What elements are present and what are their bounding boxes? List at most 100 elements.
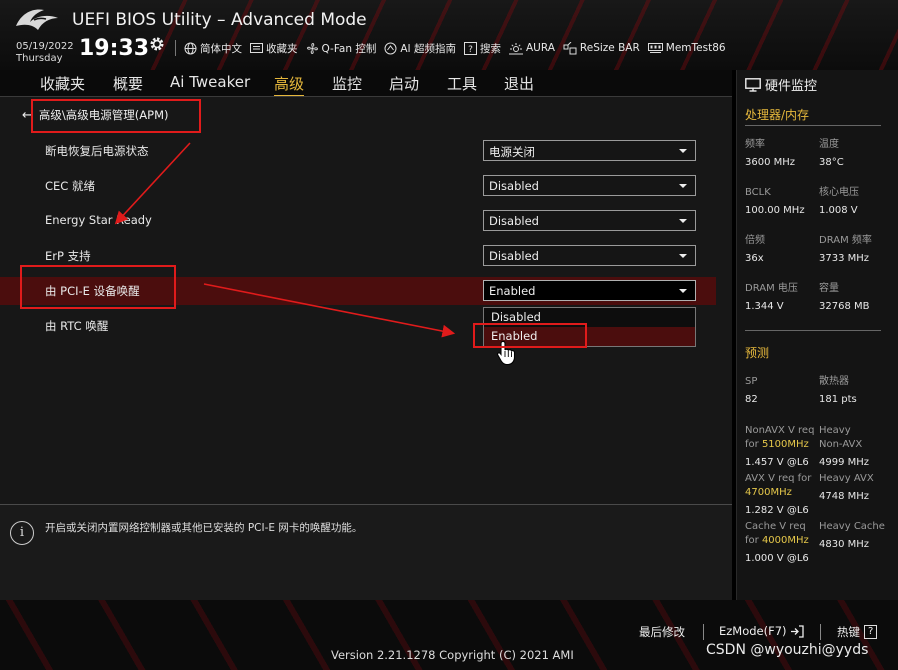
pcie-wake-select[interactable]: Enabled bbox=[483, 280, 696, 301]
tab-favorites[interactable]: 收藏夹 bbox=[40, 73, 85, 94]
memtest-button[interactable]: MemTest86 bbox=[647, 42, 726, 54]
ezmode-button[interactable]: EzMode(F7) bbox=[719, 624, 804, 638]
hotkeys-label: 热键 bbox=[837, 625, 860, 639]
select-value: Disabled bbox=[489, 214, 539, 228]
ai-oc-button[interactable]: AI 超频指南 bbox=[384, 41, 456, 56]
hw-item-heavy-nonavx: Heavy Non-AVX 4999 MHz bbox=[819, 424, 869, 470]
version-text: Version 2.21.1278 Copyright (C) 2021 AMI bbox=[331, 648, 574, 662]
hotkeys-button[interactable]: 热键 ? bbox=[837, 624, 878, 640]
chevron-down-icon bbox=[679, 289, 687, 293]
qfan-button[interactable]: Q-Fan 控制 bbox=[306, 41, 376, 56]
chevron-down-icon bbox=[679, 254, 687, 258]
memtest-icon bbox=[647, 43, 663, 53]
aura-label: AURA bbox=[525, 42, 555, 54]
ai-oc-label: AI 超频指南 bbox=[400, 42, 456, 55]
hw-key: DRAM 频率 bbox=[819, 235, 872, 246]
hw-key: SP bbox=[745, 376, 758, 387]
hw-value: 4999 MHz bbox=[819, 457, 870, 468]
hw-item-temperature: 温度 38°C bbox=[819, 138, 844, 170]
hw-item-dram-frequency: DRAM 频率 3733 MHz bbox=[819, 234, 872, 266]
hw-value: 1.282 V @L6 bbox=[745, 505, 809, 516]
favorites-label: 收藏夹 bbox=[266, 42, 298, 55]
hw-item-ratio: 倍频 36x bbox=[745, 234, 765, 266]
resize-bar-icon bbox=[563, 41, 577, 54]
hw-value: 1.000 V @L6 bbox=[745, 553, 809, 564]
hw-value: 38°C bbox=[819, 157, 844, 168]
setting-row-cec-ready[interactable]: CEC 就绪 Disabled bbox=[0, 172, 716, 200]
tab-monitor[interactable]: 监控 bbox=[332, 73, 362, 94]
hw-value: 32768 MB bbox=[819, 301, 870, 312]
select-value: Disabled bbox=[489, 179, 539, 193]
hw-key: BCLK bbox=[745, 187, 771, 198]
hw-key: 4700MHz bbox=[745, 486, 811, 500]
hw-key: 容量 bbox=[819, 283, 839, 294]
hw-item-capacity: 容量 32768 MB bbox=[819, 282, 869, 314]
day-text: Thursday bbox=[16, 53, 63, 64]
tab-ai-tweaker[interactable]: Ai Tweaker bbox=[170, 73, 250, 91]
title-bar: UEFI BIOS Utility – Advanced Mode 05/19/… bbox=[0, 0, 898, 70]
hardware-monitor-title-text: 硬件监控 bbox=[765, 79, 818, 94]
setting-label: 断电恢复后电源状态 bbox=[45, 144, 149, 158]
hw-value: 82 bbox=[745, 394, 758, 405]
hw-value: 3600 MHz bbox=[745, 157, 796, 168]
hw-value: 4748 MHz bbox=[819, 491, 870, 502]
monitor-icon bbox=[745, 77, 761, 92]
chevron-down-icon bbox=[679, 219, 687, 223]
search-button[interactable]: ? 搜索 bbox=[463, 41, 501, 56]
cec-ready-select[interactable]: Disabled bbox=[483, 175, 696, 196]
search-help-icon: ? bbox=[463, 41, 477, 55]
rog-logo-icon bbox=[16, 9, 58, 30]
hw-key: 温度 bbox=[819, 139, 839, 150]
annotation-box-enabled-option bbox=[473, 323, 587, 348]
footer: 最后修改 EzMode(F7) 热键 ? Version 2.21.1278 C… bbox=[0, 600, 898, 670]
tab-main[interactable]: 概要 bbox=[113, 73, 143, 94]
hw-item-bclk: BCLK 100.00 MHz bbox=[745, 186, 805, 218]
restore-ac-power-select[interactable]: 电源关闭 bbox=[483, 140, 696, 161]
hw-key: NonAVX V req bbox=[745, 425, 815, 436]
favorites-button[interactable]: 收藏夹 bbox=[250, 41, 298, 56]
hw-key: 倍频 bbox=[745, 235, 765, 246]
select-value: Disabled bbox=[489, 249, 539, 263]
tab-exit[interactable]: 退出 bbox=[504, 73, 534, 94]
setting-row-restore-ac-power[interactable]: 断电恢复后电源状态 电源关闭 bbox=[0, 137, 716, 165]
tab-advanced[interactable]: 高级 bbox=[274, 73, 305, 97]
hw-key: for 5100MHz bbox=[745, 438, 814, 452]
hw-item-frequency: 频率 3600 MHz bbox=[745, 138, 795, 170]
info-icon: i bbox=[10, 521, 34, 545]
help-text: 开启或关闭内置网络控制器或其他已安装的 PCI-E 网卡的唤醒功能。 bbox=[45, 522, 363, 534]
divider bbox=[745, 330, 881, 331]
annotation-box-breadcrumb bbox=[31, 99, 201, 133]
erp-select[interactable]: Disabled bbox=[483, 245, 696, 266]
setting-row-energy-star[interactable]: Energy Star Ready Disabled bbox=[0, 207, 716, 235]
select-value: 电源关闭 bbox=[489, 145, 535, 159]
hw-key-highlight: 5100MHz bbox=[761, 439, 809, 450]
watermark: CSDN @wyouzhi@yyds bbox=[706, 642, 869, 658]
setting-label: CEC 就绪 bbox=[45, 179, 95, 193]
hw-value: 181 pts bbox=[819, 394, 857, 405]
tab-tool[interactable]: 工具 bbox=[447, 73, 477, 94]
resize-bar-button[interactable]: ReSize BAR bbox=[563, 41, 640, 55]
help-icon: ? bbox=[864, 625, 878, 639]
aura-button[interactable]: AURA bbox=[508, 42, 555, 55]
hardware-monitor-panel: 硬件监控 处理器/内存 频率 3600 MHz 温度 38°C BCLK 100… bbox=[736, 70, 898, 600]
hw-item-dram-voltage: DRAM 电压 1.344 V bbox=[745, 282, 798, 314]
hw-item-avx-vreq: AVX V req for 4700MHz 1.282 V @L6 bbox=[745, 472, 811, 518]
clock: 19:33 bbox=[79, 36, 150, 61]
help-bar: i 开启或关闭内置网络控制器或其他已安装的 PCI-E 网卡的唤醒功能。 bbox=[0, 504, 732, 600]
tab-boot[interactable]: 启动 bbox=[389, 73, 419, 94]
gear-icon[interactable] bbox=[149, 36, 165, 52]
chevron-down-icon bbox=[679, 149, 687, 153]
language-button[interactable]: 简体中文 bbox=[184, 41, 242, 56]
last-modified-button[interactable]: 最后修改 bbox=[639, 624, 685, 640]
memtest-label: MemTest86 bbox=[665, 42, 726, 54]
hw-item-cache-vreq: Cache V req for 4000MHz 1.000 V @L6 bbox=[745, 520, 809, 566]
hw-item-heavy-avx: Heavy AVX 4748 MHz bbox=[819, 472, 874, 504]
hw-key: Heavy AVX bbox=[819, 473, 874, 484]
hw-key-part: for bbox=[745, 535, 762, 546]
favorites-icon bbox=[250, 43, 263, 53]
hw-key: Heavy Cache bbox=[819, 521, 885, 532]
hw-key: 频率 bbox=[745, 139, 765, 150]
energy-star-select[interactable]: Disabled bbox=[483, 210, 696, 231]
hw-value: 4830 MHz bbox=[819, 539, 870, 550]
setting-label: Energy Star Ready bbox=[45, 213, 152, 227]
